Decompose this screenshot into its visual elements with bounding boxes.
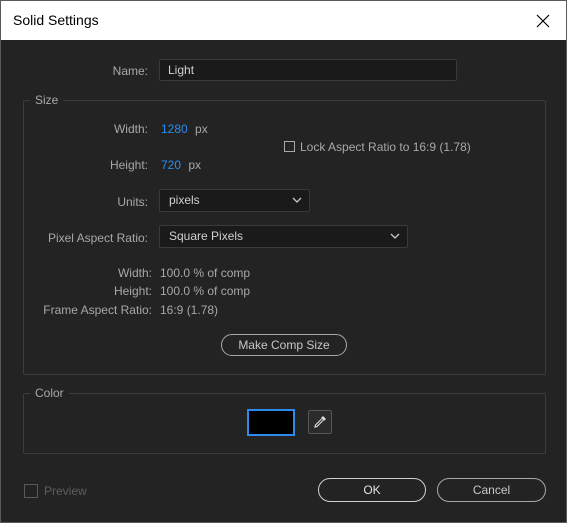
- eyedropper-button[interactable]: [308, 410, 332, 434]
- info-frame-aspect-ratio-label: Frame Aspect Ratio:: [43, 303, 152, 317]
- color-swatch[interactable]: [247, 409, 295, 436]
- chevron-down-icon: [292, 197, 302, 203]
- dialog-title: Solid Settings: [13, 12, 99, 28]
- color-legend: Color: [30, 386, 69, 400]
- pixel-aspect-ratio-dropdown[interactable]: Square Pixels: [159, 225, 408, 248]
- units-dropdown[interactable]: pixels: [159, 189, 310, 212]
- preview-checkbox[interactable]: Preview: [24, 483, 99, 498]
- preview-label: Preview: [44, 484, 87, 498]
- solid-settings-dialog: Solid Settings Name: Light Size Width: 1…: [0, 0, 567, 523]
- info-frame-aspect-ratio-value: 16:9 (1.78): [160, 303, 219, 317]
- height-unit: px: [188, 158, 202, 172]
- name-field-value: Light: [168, 63, 195, 77]
- make-comp-size-label: Make Comp Size: [238, 338, 330, 352]
- name-label: Name:: [112, 64, 148, 78]
- info-width-label: Width:: [117, 266, 152, 280]
- height-label: Height:: [109, 158, 148, 172]
- lock-aspect-checkbox-box: [284, 141, 295, 152]
- ok-button[interactable]: OK: [318, 478, 426, 502]
- lock-aspect-ratio-checkbox[interactable]: Lock Aspect Ratio to 16:9 (1.78): [284, 140, 484, 154]
- width-unit: px: [195, 122, 208, 136]
- preview-checkbox-box: [24, 484, 38, 498]
- units-value: pixels: [169, 193, 200, 207]
- cancel-label: Cancel: [472, 483, 511, 497]
- size-legend: Size: [30, 93, 64, 107]
- close-icon: [536, 14, 550, 27]
- units-label: Units:: [117, 195, 148, 209]
- close-button[interactable]: [520, 1, 566, 40]
- info-width-value: 100.0 % of comp: [160, 266, 251, 280]
- pixel-aspect-ratio-label: Pixel Aspect Ratio:: [47, 231, 148, 245]
- width-label: Width:: [113, 122, 148, 136]
- info-height-value: 100.0 % of comp: [160, 284, 251, 298]
- pixel-aspect-ratio-value: Square Pixels: [169, 229, 244, 243]
- make-comp-size-button[interactable]: Make Comp Size: [221, 334, 347, 356]
- ok-label: OK: [363, 483, 381, 497]
- lock-aspect-label: Lock Aspect Ratio to 16:9 (1.78): [300, 140, 471, 154]
- width-input-row: 1280 px: [161, 122, 208, 136]
- height-input-row: 720 px: [161, 158, 201, 172]
- width-value[interactable]: 1280: [161, 122, 188, 136]
- chevron-down-icon: [390, 233, 400, 239]
- eyedropper-icon: [314, 416, 326, 428]
- height-value[interactable]: 720: [161, 158, 181, 172]
- title-bar: Solid Settings: [1, 1, 566, 40]
- info-height-label: Height:: [113, 284, 152, 298]
- name-field[interactable]: Light: [159, 59, 457, 81]
- cancel-button[interactable]: Cancel: [437, 478, 546, 502]
